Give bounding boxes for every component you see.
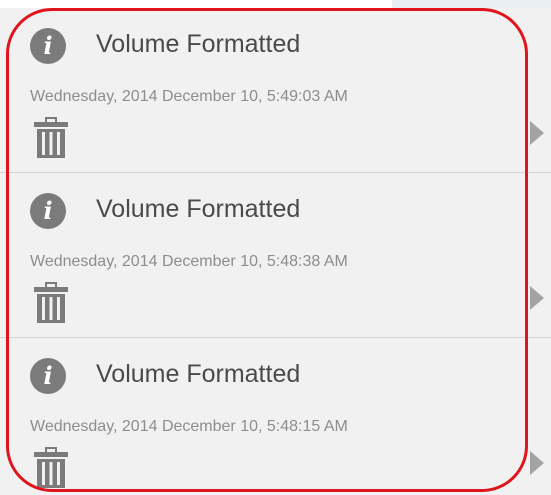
trash-icon[interactable] [34, 446, 68, 488]
chevron-right-icon[interactable] [530, 121, 544, 145]
notification-title: Volume Formatted [96, 30, 301, 58]
info-icon: i [30, 28, 66, 64]
notification-title: Volume Formatted [96, 360, 301, 388]
trash-icon[interactable] [34, 116, 68, 158]
chevron-right-icon[interactable] [530, 451, 544, 475]
chevron-right-icon[interactable] [530, 286, 544, 310]
info-icon: i [30, 193, 66, 229]
info-icon: i [30, 358, 66, 394]
notification-timestamp: Wednesday, 2014 December 10, 5:48:15 AM [30, 418, 348, 435]
notifications-list: i Volume Formatted Wednesday, 2014 Decem… [0, 8, 551, 495]
notification-item[interactable]: i Volume Formatted Wednesday, 2014 Decem… [0, 173, 551, 338]
top-edge-strip [392, 0, 551, 8]
notification-item[interactable]: i Volume Formatted Wednesday, 2014 Decem… [0, 8, 551, 173]
notification-timestamp: Wednesday, 2014 December 10, 5:49:03 AM [30, 88, 348, 105]
notification-timestamp: Wednesday, 2014 December 10, 5:48:38 AM [30, 253, 348, 270]
trash-icon[interactable] [34, 281, 68, 323]
notification-item[interactable]: i Volume Formatted Wednesday, 2014 Decem… [0, 338, 551, 495]
notification-screen: i Volume Formatted Wednesday, 2014 Decem… [0, 0, 551, 495]
notification-title: Volume Formatted [96, 195, 301, 223]
